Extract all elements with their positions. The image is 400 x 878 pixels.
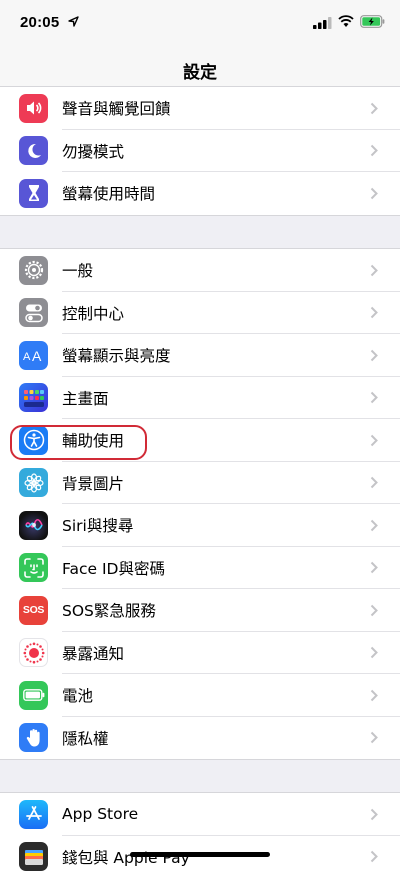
page-title: 設定 xyxy=(0,58,400,83)
chevron-right-icon xyxy=(370,102,378,115)
settings-group-1: 聲音與觸覺回饋 勿擾模式 螢幕使用時間 xyxy=(0,86,400,216)
navigation-bar: 設定 xyxy=(0,44,400,90)
settings-row-battery[interactable]: 電池 xyxy=(0,674,400,717)
chevron-right-icon xyxy=(370,850,378,863)
toggles-icon xyxy=(19,298,48,327)
row-label: 勿擾模式 xyxy=(62,140,124,162)
chevron-right-icon xyxy=(370,264,378,277)
home-indicator xyxy=(130,852,270,857)
row-label: 暴露通知 xyxy=(62,642,124,664)
sos-icon: SOS xyxy=(19,596,48,625)
chevron-right-icon xyxy=(370,604,378,617)
row-label: 隱私權 xyxy=(62,727,109,749)
chevron-right-icon xyxy=(370,808,378,821)
row-label: 輔助使用 xyxy=(62,429,124,451)
settings-row-home-screen[interactable]: 主畫面 xyxy=(0,377,400,420)
chevron-right-icon xyxy=(370,731,378,744)
chevron-right-icon xyxy=(370,519,378,532)
chevron-right-icon xyxy=(370,476,378,489)
settings-row-general[interactable]: 一般 xyxy=(0,249,400,292)
status-time: 20:05 xyxy=(20,14,59,31)
row-label: 螢幕使用時間 xyxy=(62,182,155,204)
row-label: 螢幕顯示與亮度 xyxy=(62,344,171,366)
location-arrow-icon xyxy=(68,16,79,27)
settings-row-siri[interactable]: Siri與搜尋 xyxy=(0,504,400,547)
row-label: 一般 xyxy=(62,259,93,281)
settings-row-emergency-sos[interactable]: SOS SOS緊急服務 xyxy=(0,589,400,632)
row-label: SOS緊急服務 xyxy=(62,599,156,621)
settings-row-accessibility[interactable]: 輔助使用 xyxy=(0,419,400,462)
chevron-right-icon xyxy=(370,306,378,319)
gear-icon xyxy=(19,256,48,285)
chevron-right-icon xyxy=(370,561,378,574)
settings-group-2: 一般 控制中心 AA 螢幕顯示與亮度 主畫面 xyxy=(0,248,400,760)
settings-row-face-id[interactable]: Face ID與密碼 xyxy=(0,547,400,590)
accessibility-icon xyxy=(19,426,48,455)
face-id-icon xyxy=(19,553,48,582)
wifi-icon xyxy=(338,15,354,28)
hourglass-icon xyxy=(19,179,48,208)
status-bar: 20:05 xyxy=(0,0,400,44)
settings-row-exposure-notifications[interactable]: 暴露通知 xyxy=(0,632,400,675)
settings-row-display[interactable]: AA 螢幕顯示與亮度 xyxy=(0,334,400,377)
row-label: 控制中心 xyxy=(62,302,124,324)
sos-icon-label: SOS xyxy=(23,604,44,616)
exposure-icon xyxy=(19,638,48,667)
chevron-right-icon xyxy=(370,689,378,702)
chevron-right-icon xyxy=(370,434,378,447)
battery-charging-icon xyxy=(360,15,385,28)
row-label: Siri與搜尋 xyxy=(62,514,133,536)
speaker-icon xyxy=(19,94,48,123)
settings-row-control-center[interactable]: 控制中心 xyxy=(0,292,400,335)
row-label: 電池 xyxy=(62,684,93,706)
chevron-right-icon xyxy=(370,144,378,157)
row-label: 背景圖片 xyxy=(62,472,124,494)
settings-row-wallpaper[interactable]: 背景圖片 xyxy=(0,462,400,505)
chevron-right-icon xyxy=(370,646,378,659)
settings-row-do-not-disturb[interactable]: 勿擾模式 xyxy=(0,130,400,173)
chevron-right-icon xyxy=(370,391,378,404)
settings-group-3: App Store 錢包與 Apple Pay xyxy=(0,792,400,878)
row-label: 聲音與觸覺回饋 xyxy=(62,97,171,119)
svg-text:A: A xyxy=(32,348,42,362)
text-size-icon: AA xyxy=(19,341,48,370)
svg-text:A: A xyxy=(23,351,31,362)
cellular-signal-icon xyxy=(313,17,332,29)
settings-row-privacy[interactable]: 隱私權 xyxy=(0,717,400,760)
home-grid-icon xyxy=(19,383,48,412)
settings-row-app-store[interactable]: App Store xyxy=(0,793,400,836)
battery-app-icon xyxy=(19,681,48,710)
chevron-right-icon xyxy=(370,349,378,362)
chevron-right-icon xyxy=(370,187,378,200)
flower-icon xyxy=(19,468,48,497)
row-label: Face ID與密碼 xyxy=(62,557,165,579)
siri-icon xyxy=(19,511,48,540)
settings-row-sounds[interactable]: 聲音與觸覺回饋 xyxy=(0,87,400,130)
row-label: 主畫面 xyxy=(62,387,109,409)
app-store-icon xyxy=(19,800,48,829)
settings-row-screen-time[interactable]: 螢幕使用時間 xyxy=(0,172,400,215)
hand-icon xyxy=(19,723,48,752)
row-label: App Store xyxy=(62,805,138,823)
wallet-icon xyxy=(19,842,48,871)
moon-icon xyxy=(19,136,48,165)
